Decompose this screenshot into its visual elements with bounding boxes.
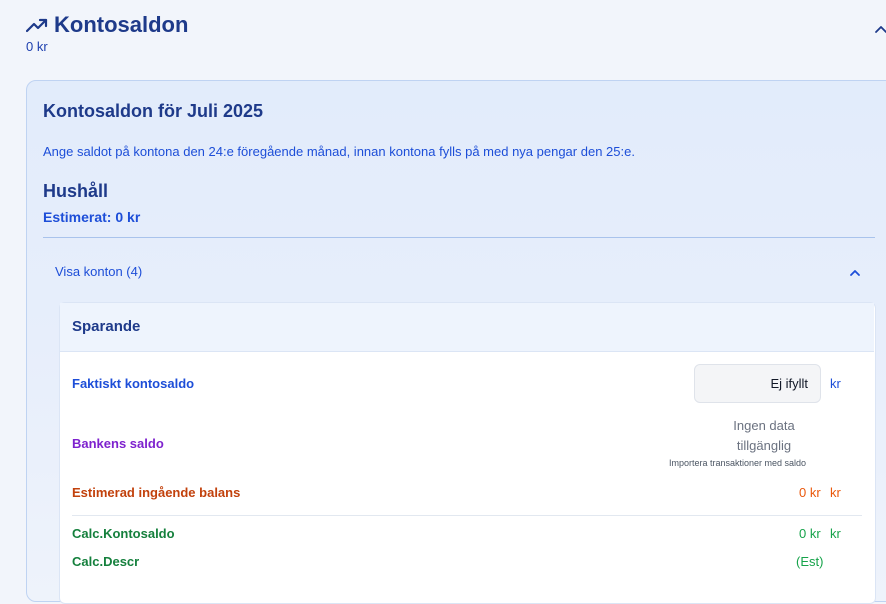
- actual-balance-unit: kr: [830, 376, 841, 391]
- section-title: Kontosaldon: [54, 12, 189, 37]
- calc-balance-label: Calc.Kontosaldo: [72, 526, 175, 541]
- estimated-opening-label: Estimerad ingående balans: [72, 485, 241, 500]
- estimated-opening-unit: kr: [830, 485, 841, 500]
- trending-up-icon: [26, 18, 48, 33]
- calc-descr-label: Calc.Descr: [72, 554, 140, 569]
- household-estimate: Estimerat: 0 kr: [43, 209, 141, 225]
- bank-balance-label: Bankens saldo: [72, 436, 164, 451]
- panel-title: Kontosaldon för Juli 2025: [43, 101, 264, 121]
- account-name: Sparande: [72, 318, 141, 335]
- calc-balance-value: 0 kr: [799, 526, 821, 541]
- chevron-up-icon[interactable]: [873, 22, 886, 36]
- actual-balance-input[interactable]: [694, 364, 821, 403]
- show-accounts-toggle[interactable]: Visa konton (4): [55, 264, 142, 279]
- account-card-header: [60, 303, 874, 352]
- bank-balance-no-data: Ingen data tillgänglig: [733, 418, 795, 453]
- actual-balance-label: Faktiskt kontosaldo: [72, 376, 195, 391]
- divider: [72, 515, 862, 516]
- estimated-opening-value: 0 kr: [799, 485, 821, 500]
- divider: [43, 237, 875, 238]
- bank-balance-hint: Importera transaktioner med saldo: [669, 458, 807, 468]
- calc-balance-unit: kr: [830, 526, 841, 541]
- panel-description: Ange saldot på kontona den 24:e föregåen…: [43, 144, 635, 159]
- household-name: Hushåll: [43, 181, 109, 201]
- section-total: 0 kr: [26, 39, 48, 54]
- chevron-up-icon[interactable]: [848, 266, 862, 278]
- calc-descr-value: (Est): [796, 554, 824, 569]
